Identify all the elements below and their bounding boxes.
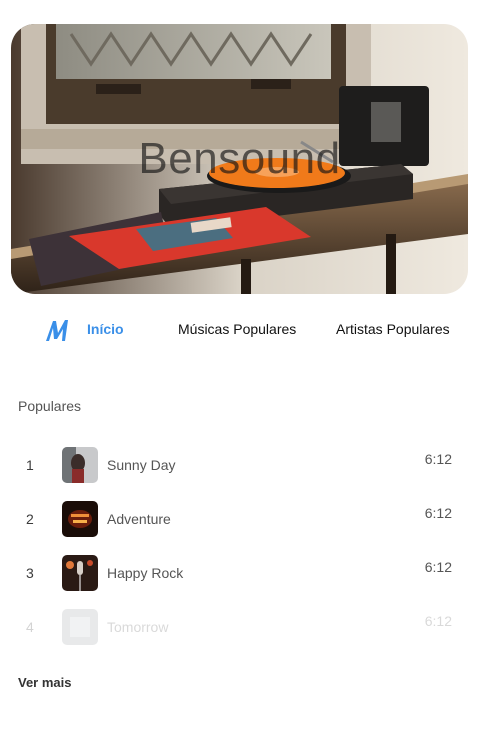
see-more-link[interactable]: Ver mais — [18, 675, 72, 690]
track-cover — [62, 555, 98, 591]
track-cover — [62, 609, 98, 645]
track-row[interactable]: 2 Adventure 6:12 — [0, 499, 488, 539]
track-rank: 1 — [26, 457, 34, 473]
section-heading: Populares — [18, 398, 82, 414]
track-title: Tomorrow — [107, 619, 169, 635]
hero-title: Bensound — [138, 134, 341, 183]
track-duration: 6:12 — [424, 451, 452, 467]
track-title: Happy Rock — [107, 565, 184, 581]
track-row[interactable]: 1 Sunny Day 6:12 — [0, 445, 488, 485]
m-logo-icon[interactable] — [44, 316, 72, 344]
track-title: Sunny Day — [107, 457, 176, 473]
nav-item-artistas-populares[interactable]: Artistas Populares — [336, 321, 450, 337]
nav-item-musicas-populares[interactable]: Músicas Populares — [178, 321, 296, 337]
hero-banner: Bensound — [11, 24, 468, 294]
top-navigation: Início Músicas Populares Artistas Popula… — [0, 312, 488, 348]
track-rank: 2 — [26, 511, 34, 527]
track-duration: 6:12 — [424, 505, 452, 521]
track-rank: 3 — [26, 565, 34, 581]
track-cover — [62, 447, 98, 483]
track-rank: 4 — [26, 619, 34, 635]
track-cover — [62, 501, 98, 537]
nav-item-inicio[interactable]: Início — [87, 321, 124, 337]
track-title: Adventure — [107, 511, 171, 527]
track-row[interactable]: 3 Happy Rock 6:12 — [0, 553, 488, 593]
track-duration: 6:12 — [424, 559, 452, 575]
track-duration: 6:12 — [424, 613, 452, 629]
track-row[interactable]: 4 Tomorrow 6:12 — [0, 607, 488, 647]
